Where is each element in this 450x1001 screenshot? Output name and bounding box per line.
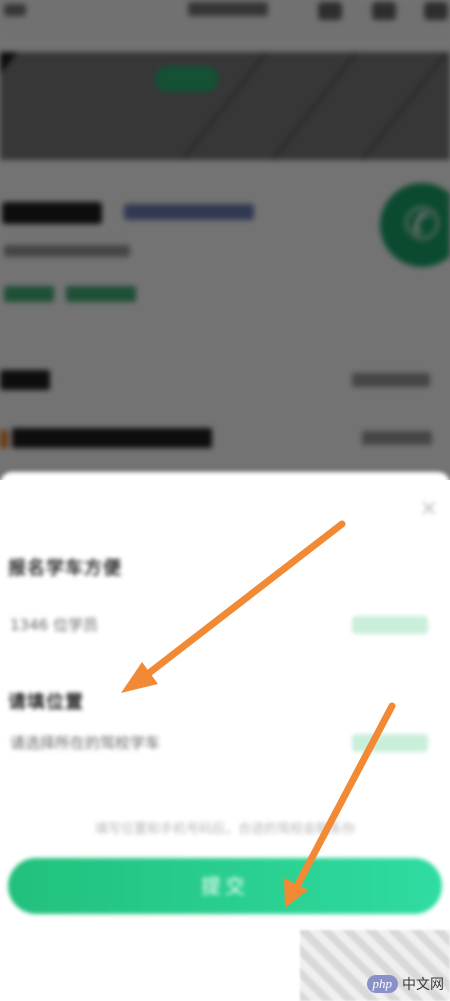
watermark-badge: php [366,975,398,993]
dim-overlay [0,0,450,480]
section-value: 1346 位学员 [10,616,98,634]
watermark: php 中文网 [366,974,444,994]
section-action[interactable] [352,616,428,634]
watermark-site: 中文网 [402,977,444,993]
section-action[interactable] [352,734,428,752]
bottom-sheet: × 报名学车方便 1346 位学员 请填位置 请选择所在的驾校学车 填写位置和手… [0,472,450,1001]
close-icon[interactable]: × [420,496,438,521]
hint-text: 填写位置和手机号码后，合适的驾校会联系你 [94,822,355,837]
submit-button[interactable]: 提交 [8,858,442,914]
section-title: 报名学车方便 [8,558,122,579]
location-select[interactable]: 请选择所在的驾校学车 [10,732,160,753]
section-title: 请填位置 [8,692,84,713]
